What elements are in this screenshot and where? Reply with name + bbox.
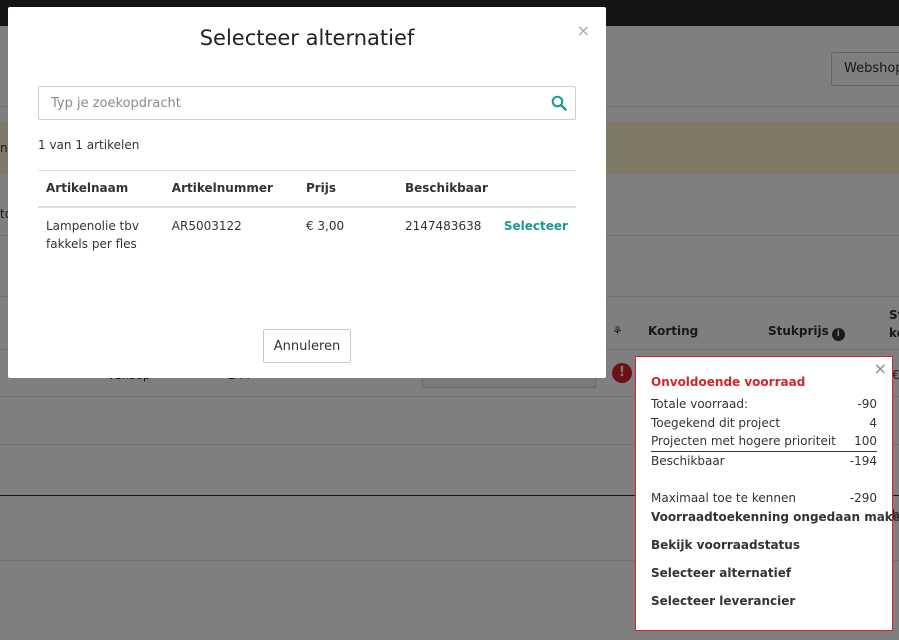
stock-row-value: -194	[849, 453, 877, 468]
stock-row-available: Beschikbaar -194	[651, 452, 877, 471]
column-header-prijs: Prijs	[297, 170, 397, 208]
stock-row-assigned: Toegekend dit project 4	[651, 414, 877, 433]
select-link[interactable]: Selecteer	[504, 219, 568, 233]
results-table: Artikelnaam Artikelnummer Prijs Beschikb…	[38, 170, 576, 262]
stock-row-label: Toegekend dit project	[651, 415, 781, 430]
undo-stock-assignment-link[interactable]: Voorraadtoekenning ongedaan maken	[651, 508, 899, 526]
stock-row-priority-projects[interactable]: Projecten met hogere prioriteit 100	[651, 432, 877, 452]
select-supplier-link[interactable]: Selecteer leverancier	[651, 592, 877, 610]
column-header-artikelnaam: Artikelnaam	[38, 170, 164, 208]
table-header-row: Artikelnaam Artikelnummer Prijs Beschikb…	[38, 170, 576, 208]
modal-title: Selecteer alternatief	[199, 26, 415, 50]
search-input[interactable]	[39, 87, 539, 119]
stock-row-value: 100	[854, 434, 877, 448]
stock-row-label: Beschikbaar	[651, 453, 725, 468]
select-alternative-link[interactable]: Selecteer alternatief	[651, 564, 877, 582]
column-header-action	[495, 170, 576, 208]
stock-row-value: 4	[869, 415, 877, 430]
stock-row-max-assignable: Maximaal toe te kennen -290	[651, 489, 877, 508]
column-header-beschikbaar: Beschikbaar	[397, 170, 496, 208]
search-icon[interactable]	[551, 95, 567, 111]
result-count: 1 van 1 artikelen	[38, 138, 140, 152]
price-cell: € 3,00	[305, 218, 345, 233]
close-icon[interactable]: ×	[874, 359, 887, 378]
stock-popover: × Onvoldoende voorraad Totale voorraad: …	[635, 356, 899, 631]
stock-row-value: -290	[849, 491, 877, 505]
stock-row-label: Totale voorraad:	[651, 397, 749, 411]
cancel-button[interactable]: Annuleren	[263, 329, 351, 363]
stock-row-total: Totale voorraad: -90	[651, 395, 877, 414]
stock-row-label: Projecten met hogere prioriteit	[651, 434, 836, 448]
stock-row-value: -90	[857, 397, 877, 411]
table-row: Lampenolie tbv fakkels per fles AR500312…	[38, 207, 576, 262]
view-stock-status-link[interactable]: Bekijk voorraadstatus	[651, 536, 877, 554]
select-alternative-modal: × Selecteer alternatief 1 van 1 artikele…	[8, 7, 606, 378]
available-cell: 2147483638	[405, 218, 482, 233]
search-box	[38, 86, 576, 120]
action-cell: Selecteer	[496, 207, 576, 262]
stock-popover-title: Onvoldoende voorraad	[651, 375, 806, 389]
article-number-cell: AR5003122	[171, 218, 242, 233]
article-name-cell: Lampenolie tbv fakkels per fles	[46, 218, 139, 251]
column-header-artikelnummer: Artikelnummer	[163, 170, 298, 208]
stock-row-label: Maximaal toe te kennen	[651, 491, 796, 505]
